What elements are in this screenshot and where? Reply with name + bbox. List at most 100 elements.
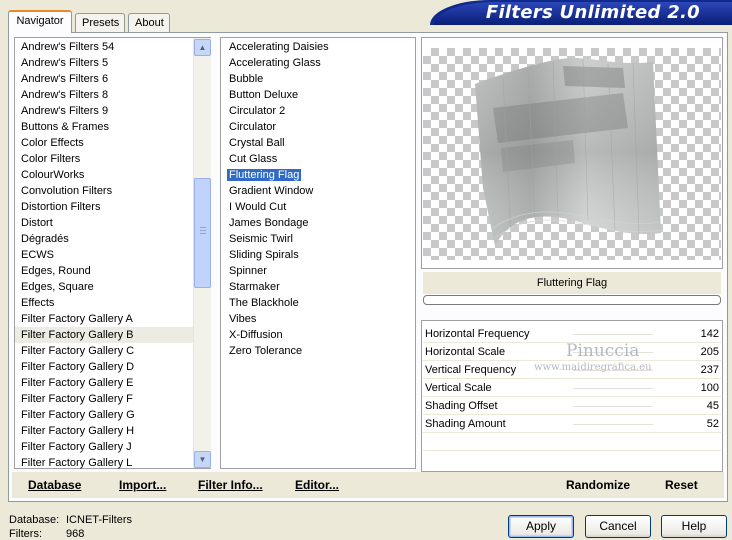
category-item[interactable]: Edges, Round bbox=[15, 263, 195, 279]
filter-item-label: Fluttering Flag bbox=[227, 169, 302, 181]
filter-item[interactable]: Seismic Twirl bbox=[226, 231, 411, 247]
category-item[interactable]: Dégradés bbox=[15, 231, 195, 247]
parameter-row[interactable]: Vertical Scale 100 bbox=[423, 380, 721, 397]
category-item[interactable]: ColourWorks bbox=[15, 167, 195, 183]
parameter-slider-track[interactable] bbox=[573, 334, 653, 335]
filter-item[interactable]: Accelerating Daisies bbox=[226, 39, 411, 55]
filter-item[interactable]: Cut Glass bbox=[226, 151, 411, 167]
tab-navigator[interactable]: Navigator bbox=[8, 10, 72, 33]
category-item[interactable]: Andrew's Filters 9 bbox=[15, 103, 195, 119]
parameter-slider-track[interactable] bbox=[573, 406, 653, 407]
category-item[interactable]: Filter Factory Gallery H bbox=[15, 423, 195, 439]
category-item[interactable]: Filter Factory Gallery A bbox=[15, 311, 195, 327]
scrollbar-thumb[interactable] bbox=[194, 178, 211, 288]
category-item[interactable]: Distortion Filters bbox=[15, 199, 195, 215]
filter-item[interactable]: Zero Tolerance bbox=[226, 343, 411, 359]
parameter-value[interactable]: 237 bbox=[701, 362, 719, 379]
param-empty-row-1 bbox=[423, 434, 721, 451]
parameter-value[interactable]: 100 bbox=[701, 380, 719, 397]
category-item[interactable]: Andrew's Filters 54 bbox=[15, 39, 195, 55]
randomize-button[interactable]: Randomize bbox=[566, 478, 630, 494]
app-banner: Filters Unlimited 2.0 bbox=[430, 0, 732, 25]
category-item[interactable]: Andrew's Filters 8 bbox=[15, 87, 195, 103]
database-button[interactable]: Database bbox=[28, 478, 81, 494]
status-filters-label: Filters: bbox=[9, 528, 42, 540]
category-item[interactable]: Color Effects bbox=[15, 135, 195, 151]
preview-image bbox=[423, 48, 721, 260]
editor-button[interactable]: Editor... bbox=[295, 478, 339, 494]
watermark-url: www.maidiregrafica.eu bbox=[534, 362, 652, 373]
filter-item[interactable]: X-Diffusion bbox=[226, 327, 411, 343]
category-item[interactable]: Effects bbox=[15, 295, 195, 311]
scroll-up-icon[interactable]: ▲ bbox=[194, 39, 211, 56]
parameter-label: Vertical Scale bbox=[425, 382, 492, 394]
parameter-slider-track[interactable] bbox=[573, 424, 653, 425]
category-scrollbar[interactable]: ▲ ▼ bbox=[193, 38, 211, 468]
category-item[interactable]: Convolution Filters bbox=[15, 183, 195, 199]
category-item[interactable]: Color Filters bbox=[15, 151, 195, 167]
parameter-value[interactable]: 52 bbox=[707, 416, 719, 433]
status-filters-value: 968 bbox=[66, 528, 85, 540]
watermark-name: Pinuccia bbox=[566, 341, 640, 361]
category-item[interactable]: Andrew's Filters 6 bbox=[15, 71, 195, 87]
cancel-button-label: Cancel bbox=[599, 519, 637, 533]
filter-item[interactable]: I Would Cut bbox=[226, 199, 411, 215]
category-item[interactable]: Filter Factory Gallery C bbox=[15, 343, 195, 359]
filter-item[interactable]: Spinner bbox=[226, 263, 411, 279]
filter-name-label: Fluttering Flag bbox=[536, 277, 608, 289]
parameter-value[interactable]: 45 bbox=[707, 398, 719, 415]
category-list[interactable]: Andrew's Filters 54 Andrew's Filters 5 And… bbox=[14, 37, 211, 469]
filter-item[interactable]: The Blackhole bbox=[226, 295, 411, 311]
filter-list[interactable]: Accelerating Daisies Accelerating Glass Bu… bbox=[220, 37, 416, 469]
tab-presets[interactable]: Presets bbox=[75, 13, 125, 33]
category-item[interactable]: Distort bbox=[15, 215, 195, 231]
app-title: Filters Unlimited 2.0 bbox=[485, 2, 700, 23]
filter-item[interactable]: Circulator bbox=[226, 119, 411, 135]
parameter-label: Shading Offset bbox=[425, 400, 498, 412]
filter-item[interactable]: Starmaker bbox=[226, 279, 411, 295]
help-button-label: Help bbox=[681, 519, 707, 533]
tab-about[interactable]: About bbox=[128, 13, 170, 33]
filter-name-bar: Fluttering Flag bbox=[423, 272, 721, 294]
filter-item[interactable]: Vibes bbox=[226, 311, 411, 327]
param-empty-row-2 bbox=[423, 452, 721, 469]
filter-item[interactable]: Circulator 2 bbox=[226, 103, 411, 119]
category-item[interactable]: Filter Factory Gallery G bbox=[15, 407, 195, 423]
parameter-value[interactable]: 205 bbox=[701, 344, 719, 361]
filter-item[interactable]: Gradient Window bbox=[226, 183, 411, 199]
filter-info-button[interactable]: Filter Info... bbox=[198, 478, 263, 494]
scroll-down-icon[interactable]: ▼ bbox=[194, 451, 211, 468]
reset-button[interactable]: Reset bbox=[665, 478, 698, 494]
category-item[interactable]: Filter Factory Gallery D bbox=[15, 359, 195, 375]
parameter-row[interactable]: Shading Offset 45 bbox=[423, 398, 721, 415]
filter-item[interactable]: Crystal Ball bbox=[226, 135, 411, 151]
category-item[interactable]: Andrew's Filters 5 bbox=[15, 55, 195, 71]
filter-item[interactable]: Button Deluxe bbox=[226, 87, 411, 103]
filter-item[interactable]: Bubble bbox=[226, 71, 411, 87]
status-database-value: ICNET-Filters bbox=[66, 514, 132, 526]
tab-navigator-label: Navigator bbox=[16, 15, 64, 27]
filter-item[interactable]: Sliding Spirals bbox=[226, 247, 411, 263]
category-item-selected[interactable]: Filter Factory Gallery B bbox=[15, 327, 195, 343]
category-item[interactable]: Filter Factory Gallery E bbox=[15, 375, 195, 391]
filter-item-selected[interactable]: Fluttering Flag bbox=[226, 167, 411, 183]
category-item[interactable]: Filter Factory Gallery F bbox=[15, 391, 195, 407]
category-item[interactable]: Filter Factory Gallery L bbox=[15, 455, 195, 471]
parameter-label: Shading Amount bbox=[425, 418, 506, 430]
parameter-value[interactable]: 142 bbox=[701, 326, 719, 343]
parameter-label: Horizontal Scale bbox=[425, 346, 506, 358]
status-database-label: Database: bbox=[9, 514, 60, 526]
parameter-row[interactable]: Shading Amount 52 bbox=[423, 416, 721, 433]
category-item[interactable]: ECWS bbox=[15, 247, 195, 263]
category-item[interactable]: Edges, Square bbox=[15, 279, 195, 295]
import-button[interactable]: Import... bbox=[119, 478, 166, 494]
category-item[interactable]: Filter Factory Gallery J bbox=[15, 439, 195, 455]
filter-item[interactable]: James Bondage bbox=[226, 215, 411, 231]
parameter-label: Horizontal Frequency bbox=[425, 328, 530, 340]
tab-about-label: About bbox=[135, 17, 164, 29]
parameter-slider-track[interactable] bbox=[573, 388, 653, 389]
parameter-label: Vertical Frequency bbox=[425, 364, 517, 376]
filter-item[interactable]: Accelerating Glass bbox=[226, 55, 411, 71]
apply-button-label: Apply bbox=[525, 519, 557, 533]
category-item[interactable]: Buttons & Frames bbox=[15, 119, 195, 135]
